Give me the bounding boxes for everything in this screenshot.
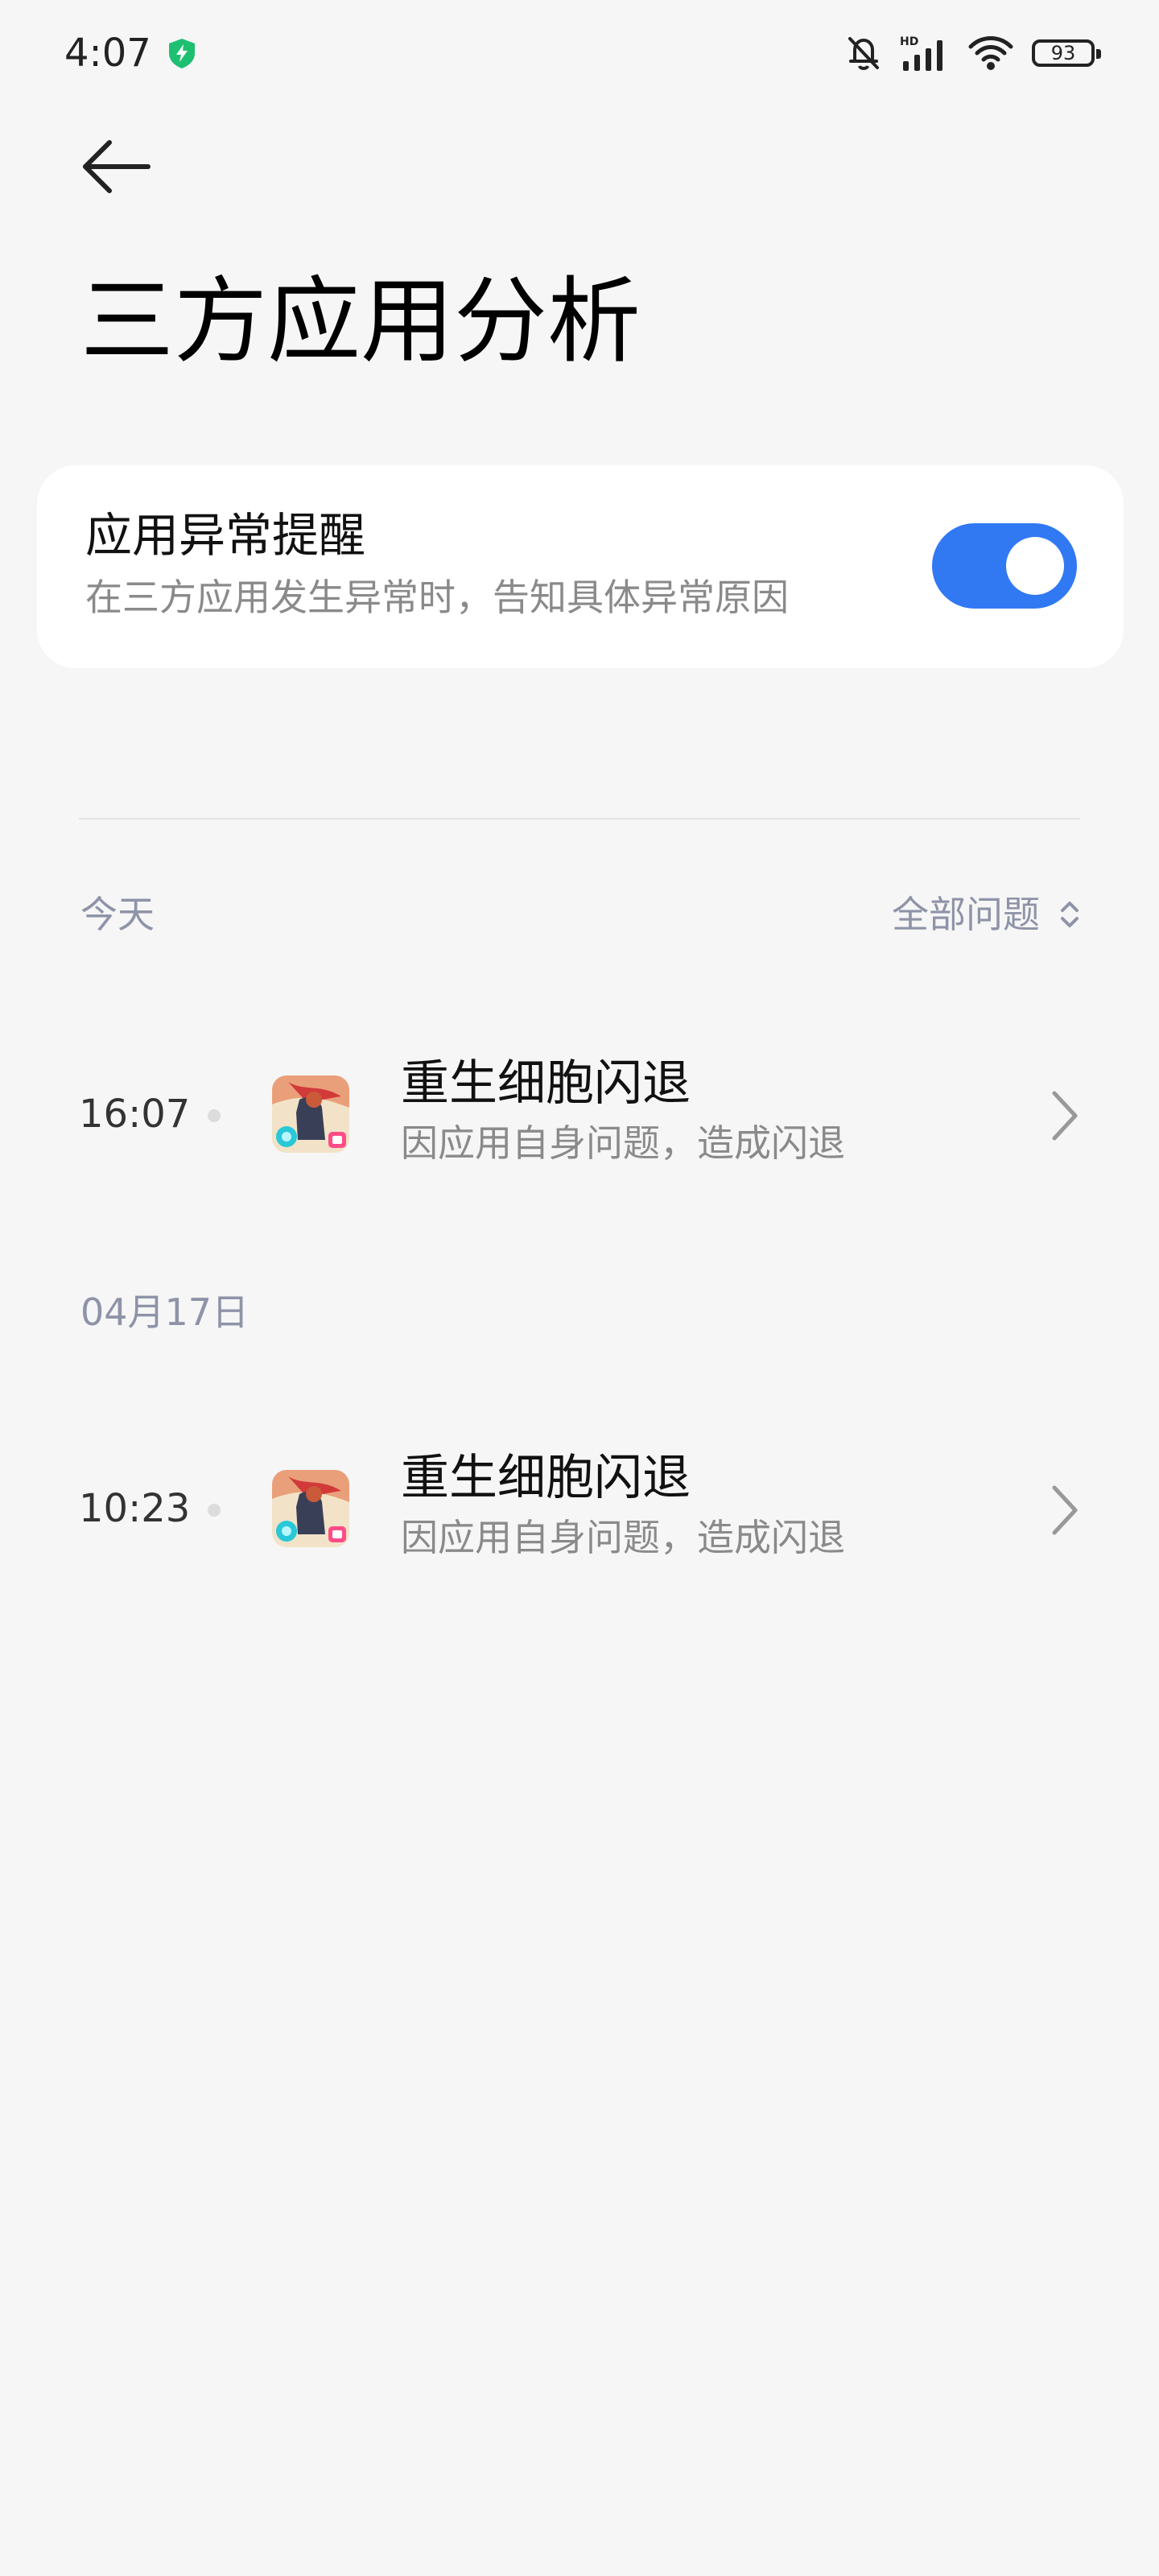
svg-text:HD: HD [900,35,918,48]
shield-charging-icon [169,39,195,68]
record-subtitle: 因应用自身问题，造成闪退 [401,1121,845,1165]
divider [79,818,1080,819]
section-label-date: 04月17日 [80,1290,250,1334]
battery-level: 93 [1050,42,1076,64]
anomaly-alert-title: 应用异常提醒 [85,508,366,563]
chevron-right-icon [1052,1091,1078,1141]
crash-record-row[interactable]: 16:07 重生细胞闪退 因应用自身问题，造成闪退 [0,1035,1159,1196]
anomaly-alert-toggle[interactable] [932,523,1077,609]
anomaly-alert-card: 应用异常提醒 在三方应用发生异常时，告知具体异常原因 [37,465,1124,668]
wifi-icon [968,36,1013,70]
battery-icon: 93 [1032,39,1101,67]
record-time: 10:23 [79,1486,191,1531]
chevron-right-icon [1052,1485,1078,1535]
filter-dropdown[interactable]: 全部问题 [892,890,1082,939]
sort-updown-icon [1061,902,1079,927]
signal-hd-icon: HD [900,35,942,71]
anomaly-alert-subtitle: 在三方应用发生异常时，告知具体异常原因 [85,576,789,619]
status-icons: HD 93 [845,29,1101,77]
status-time: 4:07 [64,31,151,76]
app-icon [272,1075,349,1153]
back-arrow-icon[interactable] [77,130,158,203]
record-subtitle: 因应用自身问题，造成闪退 [401,1516,845,1559]
timeline-dot [208,1109,221,1122]
timeline-dot [208,1504,221,1517]
bell-muted-icon [848,37,879,70]
filter-label: 全部问题 [892,893,1040,936]
status-bar: 4:07 HD 93 [0,0,1159,105]
section-label-today: 今天 [80,893,155,936]
crash-record-row[interactable]: 10:23 重生细胞闪退 因应用自身问题，造成闪退 [0,1430,1159,1591]
page-title: 三方应用分析 [80,267,641,376]
toggle-knob [1006,537,1064,595]
record-title: 重生细胞闪退 [401,1055,691,1112]
app-icon [272,1470,349,1547]
record-time: 16:07 [79,1092,191,1137]
record-title: 重生细胞闪退 [401,1450,691,1506]
